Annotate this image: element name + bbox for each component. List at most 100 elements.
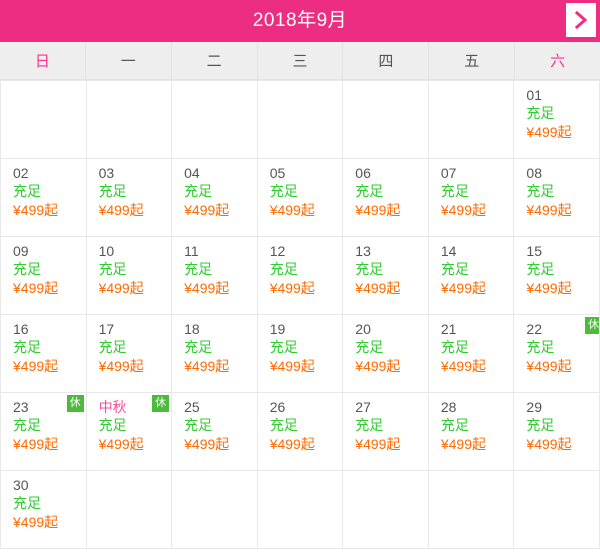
- price-label: ¥499起: [269, 280, 315, 296]
- price-label: ¥499起: [13, 514, 59, 530]
- stock-status: 充足: [526, 339, 555, 355]
- weekday-header-row: 日一二三四五 六: [0, 42, 600, 80]
- stock-status: 充足: [98, 261, 127, 277]
- calendar-day-cell[interactable]: 29 充足 ¥499起: [514, 393, 600, 471]
- calendar-day-cell[interactable]: 23 充足 ¥499起休: [1, 393, 87, 471]
- stock-status: 充足: [526, 105, 555, 121]
- price-label: ¥499起: [526, 124, 572, 140]
- price-label: ¥499起: [269, 358, 315, 374]
- stock-status: 充足: [526, 183, 555, 199]
- day-number: 11: [184, 243, 199, 259]
- day-number: 26: [269, 399, 286, 415]
- calendar-day-cell[interactable]: 16 充足 ¥499起: [1, 315, 87, 393]
- calendar-day-cell[interactable]: 20 充足 ¥499起: [343, 315, 429, 393]
- next-month-button[interactable]: [566, 3, 596, 37]
- calendar-day-cell[interactable]: 12 充足 ¥499起: [257, 237, 344, 315]
- day-number: 21: [440, 321, 457, 337]
- stock-status: 充足: [98, 417, 127, 433]
- price-label: ¥499起: [184, 202, 230, 218]
- day-number: 17: [98, 321, 115, 337]
- calendar-day-cell[interactable]: 15 充足 ¥499起: [514, 237, 600, 315]
- calendar-day-cell[interactable]: 06 充足 ¥499起: [343, 159, 429, 237]
- stock-status: 充足: [269, 183, 298, 199]
- rest-day-badge: 休: [584, 317, 599, 334]
- calendar-day-cell[interactable]: 21 充足 ¥499起: [428, 315, 515, 393]
- calendar-cell-empty: [172, 81, 258, 159]
- calendar-cell-empty: [343, 81, 429, 159]
- calendar-day-cell[interactable]: 07 充足 ¥499起: [428, 159, 515, 237]
- price-label: ¥499起: [269, 436, 315, 452]
- stock-status: 充足: [184, 339, 213, 355]
- calendar-day-cell[interactable]: 11 充足 ¥499起: [172, 237, 258, 315]
- price-label: ¥499起: [440, 436, 486, 452]
- price-label: ¥499起: [526, 436, 572, 452]
- calendar-day-cell[interactable]: 18 充足 ¥499起: [172, 315, 258, 393]
- stock-status: 充足: [526, 261, 555, 277]
- day-number: 07: [440, 165, 457, 181]
- weekday-header-0: 日: [0, 42, 86, 79]
- price-label: ¥499起: [13, 436, 59, 452]
- prev-month-slot: [4, 3, 34, 37]
- stock-status: 充足: [440, 417, 469, 433]
- day-number: 08: [526, 165, 542, 181]
- price-label: ¥499起: [98, 358, 144, 374]
- calendar-day-cell[interactable]: 03 充足 ¥499起: [86, 159, 173, 237]
- calendar-day-cell[interactable]: 17 充足 ¥499起: [86, 315, 173, 393]
- price-label: ¥499起: [526, 280, 572, 296]
- calendar-day-cell[interactable]: 10 充足 ¥499起: [86, 237, 173, 315]
- price-label: ¥499起: [13, 202, 59, 218]
- price-label: ¥499起: [355, 280, 401, 296]
- price-label: ¥499起: [355, 436, 401, 452]
- stock-status: 充足: [355, 183, 384, 199]
- day-number: 01: [526, 87, 542, 103]
- calendar-day-cell[interactable]: 14 充足 ¥499起: [428, 237, 515, 315]
- calendar-day-cell[interactable]: 25 充足 ¥499起: [172, 393, 258, 471]
- calendar-day-cell[interactable]: 19 充足 ¥499起: [257, 315, 344, 393]
- calendar-day-cell[interactable]: 09 充足 ¥499起: [1, 237, 87, 315]
- calendar-day-cell[interactable]: 05 充足 ¥499起: [257, 159, 344, 237]
- stock-status: 充足: [269, 261, 298, 277]
- day-number: 30: [13, 477, 29, 493]
- calendar-cell-empty: [428, 471, 515, 549]
- stock-status: 充足: [184, 417, 213, 433]
- price-label: ¥499起: [13, 358, 59, 374]
- price-label: ¥499起: [440, 280, 486, 296]
- stock-status: 充足: [355, 417, 384, 433]
- page-title: 2018年9月: [252, 10, 348, 31]
- stock-status: 充足: [269, 417, 298, 433]
- day-number: 16: [13, 321, 29, 337]
- stock-status: 充足: [440, 261, 469, 277]
- calendar-day-cell[interactable]: 28 充足 ¥499起: [428, 393, 515, 471]
- calendar-day-cell[interactable]: 中秋 充足 ¥499起休: [86, 393, 173, 471]
- day-number: 02: [13, 165, 29, 181]
- calendar-day-cell[interactable]: 22 充足 ¥499起休: [514, 315, 600, 393]
- price-label: ¥499起: [184, 280, 230, 296]
- stock-status: 充足: [13, 495, 41, 511]
- calendar-cell-empty: [1, 81, 87, 159]
- price-label: ¥499起: [13, 280, 59, 296]
- stock-status: 充足: [13, 339, 41, 355]
- stock-status: 充足: [526, 417, 555, 433]
- calendar-day-cell[interactable]: 04 充足 ¥499起: [172, 159, 258, 237]
- chevron-right-icon: [573, 10, 589, 30]
- day-number: 25: [184, 399, 200, 415]
- calendar-day-cell[interactable]: 27 充足 ¥499起: [343, 393, 429, 471]
- calendar-day-cell[interactable]: 02 充足 ¥499起: [1, 159, 87, 237]
- calendar-day-cell[interactable]: 08 充足 ¥499起: [514, 159, 600, 237]
- calendar-day-cell[interactable]: 13 充足 ¥499起: [343, 237, 429, 315]
- calendar-day-cell[interactable]: 26 充足 ¥499起: [257, 393, 344, 471]
- day-number: 14: [440, 243, 457, 259]
- stock-status: 充足: [355, 339, 384, 355]
- stock-status: 充足: [13, 417, 41, 433]
- day-number: 28: [440, 399, 457, 415]
- price-label: ¥499起: [184, 436, 230, 452]
- calendar-day-cell[interactable]: 01 充足 ¥499起: [514, 81, 600, 159]
- calendar-cell-empty: [172, 471, 258, 549]
- calendar-widget: 2018年9月 日一二三四五 六 01 充足 ¥499起 02 充足 ¥499起 03 充足 ¥4…: [0, 0, 600, 559]
- weekday-header-2: 二: [172, 42, 258, 79]
- day-number: 29: [526, 399, 542, 415]
- calendar-cell-empty: [428, 81, 515, 159]
- stock-status: 充足: [13, 183, 41, 199]
- calendar-day-cell[interactable]: 30 充足 ¥499起: [1, 471, 87, 549]
- price-label: ¥499起: [440, 358, 486, 374]
